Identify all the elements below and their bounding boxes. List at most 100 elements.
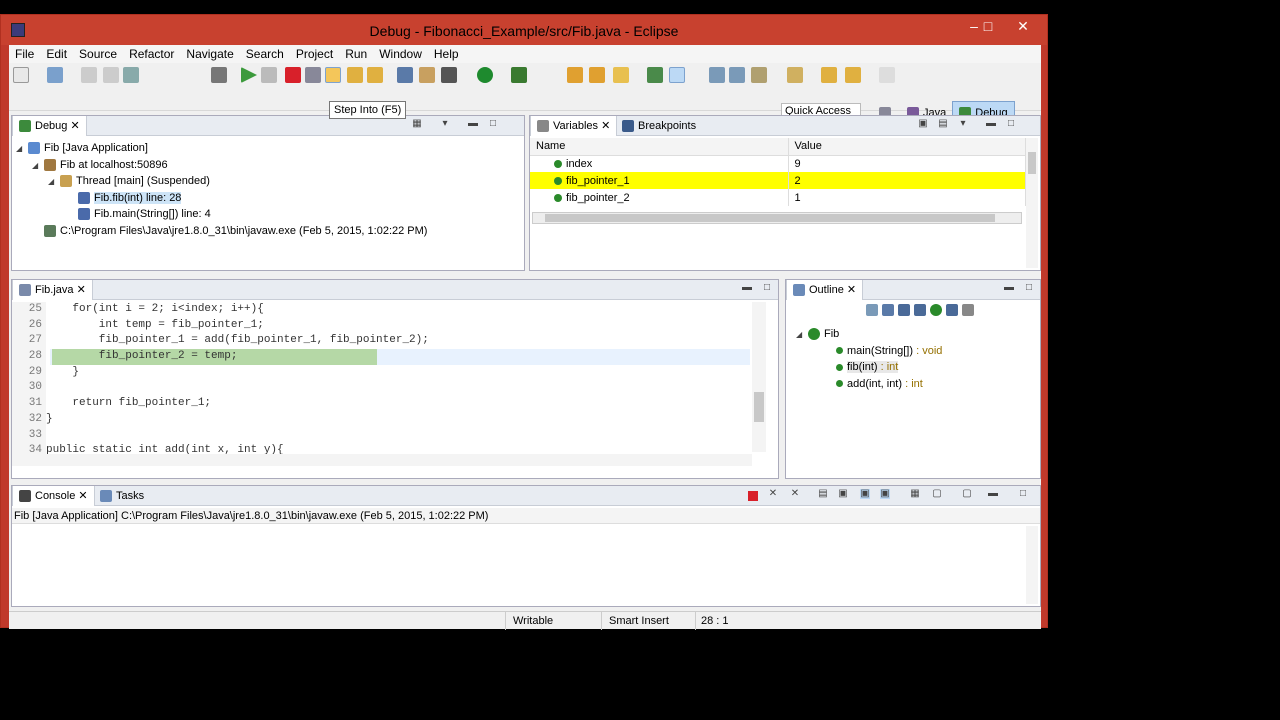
- debug-icon[interactable]: [441, 67, 457, 83]
- outline-maximize-icon[interactable]: □: [1024, 283, 1034, 293]
- drop-to-frame-icon[interactable]: [397, 67, 413, 83]
- save-all-icon[interactable]: [81, 67, 97, 83]
- display-console-icon[interactable]: ▢: [932, 489, 942, 499]
- remove-terminated-icon[interactable]: ▦: [412, 119, 422, 129]
- new-icon[interactable]: [13, 67, 29, 83]
- variable-row[interactable]: index 9: [530, 155, 1026, 172]
- menu-edit[interactable]: Edit: [40, 45, 73, 61]
- tree-item-launch[interactable]: ◢ Fib [Java Application]: [16, 140, 427, 157]
- tab-console[interactable]: Console ✕: [12, 486, 95, 506]
- collapse-all-icon[interactable]: [866, 304, 878, 317]
- outline-minimize-icon[interactable]: ▬: [1004, 283, 1014, 293]
- editor-hscrollbar[interactable]: [12, 454, 752, 466]
- tab-breakpoints[interactable]: Breakpoints: [616, 116, 702, 136]
- tree-item-thread[interactable]: ◢ Thread [main] (Suspended): [16, 173, 427, 190]
- menu-help[interactable]: Help: [428, 45, 465, 61]
- collapse-icon[interactable]: ◢: [48, 174, 60, 191]
- tab-debug[interactable]: Debug ✕: [12, 116, 87, 136]
- hscroll-thumb[interactable]: [545, 214, 995, 222]
- outline-method-item[interactable]: main(String[]) : void: [796, 343, 942, 360]
- code-editor[interactable]: 25 for(int i = 2; i<index; i++){ 26 int …: [12, 302, 750, 459]
- resume-icon[interactable]: [241, 67, 257, 83]
- maximize-button[interactable]: □: [975, 15, 1001, 37]
- debug-view-minimize-icon[interactable]: ▬: [468, 119, 478, 129]
- variables-vscrollbar[interactable]: [1026, 138, 1038, 268]
- tab-fib-java[interactable]: Fib.java ✕: [12, 280, 93, 300]
- hide-non-public-icon[interactable]: [930, 304, 942, 317]
- editor-vscrollbar[interactable]: [752, 302, 766, 452]
- variables-maximize-icon[interactable]: □: [1006, 119, 1016, 129]
- menu-source[interactable]: Source: [73, 45, 123, 61]
- variables-hscrollbar[interactable]: [532, 212, 1022, 224]
- new-package-icon[interactable]: [589, 67, 605, 83]
- terminate-console-icon[interactable]: [748, 491, 758, 501]
- hide-local-types-icon[interactable]: [946, 304, 958, 317]
- tree-item-vm[interactable]: ◢ Fib at localhost:50896: [16, 157, 427, 174]
- open-console-icon[interactable]: ▢: [962, 489, 972, 499]
- save-icon[interactable]: [47, 67, 63, 83]
- editor-maximize-icon[interactable]: □: [762, 283, 772, 293]
- outline-class-item[interactable]: ◢ Fib: [796, 326, 942, 343]
- menu-project[interactable]: Project: [290, 45, 339, 61]
- print-preview-icon[interactable]: [123, 67, 139, 83]
- editor-minimize-icon[interactable]: ▬: [742, 283, 752, 293]
- menu-file[interactable]: File: [9, 45, 40, 61]
- next-annotation-icon[interactable]: [751, 67, 767, 83]
- open-type-icon[interactable]: [647, 67, 663, 83]
- vscroll-thumb[interactable]: [1028, 152, 1036, 174]
- show-on-stdout-icon[interactable]: ▣: [860, 489, 870, 499]
- tree-item-frame-selected[interactable]: Fib.fib(int) line: 28: [16, 190, 427, 207]
- clear-console-icon[interactable]: ▤: [818, 489, 828, 499]
- menu-navigate[interactable]: Navigate: [180, 45, 239, 61]
- disconnect-icon[interactable]: [305, 67, 321, 83]
- step-over-icon[interactable]: [347, 67, 363, 83]
- pin-console-icon[interactable]: ▦: [910, 489, 920, 499]
- print-icon[interactable]: [103, 67, 119, 83]
- variable-row-highlighted[interactable]: fib_pointer_1 2: [530, 172, 1026, 189]
- collapse-icon[interactable]: ◢: [796, 327, 808, 344]
- show-whitespace-icon[interactable]: [729, 67, 745, 83]
- scroll-lock-icon[interactable]: ▣: [838, 489, 848, 499]
- new-class-icon[interactable]: [613, 67, 629, 83]
- sort-icon[interactable]: [882, 304, 894, 317]
- view-menu-icon[interactable]: ▾: [958, 119, 968, 129]
- view-menu-icon[interactable]: ▾: [440, 119, 450, 129]
- close-button[interactable]: ✕: [1001, 15, 1045, 37]
- console-minimize-icon[interactable]: ▬: [988, 489, 998, 499]
- title-bar[interactable]: Debug - Fibonacci_Example/src/Fib.java -…: [1, 15, 1047, 45]
- column-value[interactable]: Value: [788, 138, 1026, 156]
- use-step-filters-icon[interactable]: [419, 67, 435, 83]
- hide-fields-icon[interactable]: [898, 304, 910, 317]
- tree-item-process[interactable]: C:\Program Files\Java\jre1.8.0_31\bin\ja…: [16, 223, 427, 240]
- remove-launch-icon[interactable]: ✕: [768, 489, 778, 499]
- vscroll-thumb[interactable]: [754, 392, 764, 422]
- new-java-project-icon[interactable]: [567, 67, 583, 83]
- toggle-mark-occurrences-icon[interactable]: [669, 67, 685, 83]
- tab-outline[interactable]: Outline ✕: [786, 280, 864, 300]
- previous-annotation-icon[interactable]: [787, 67, 803, 83]
- tab-tasks[interactable]: Tasks: [94, 486, 150, 506]
- menu-run[interactable]: Run: [339, 45, 373, 61]
- show-type-names-icon[interactable]: ▣: [918, 119, 928, 129]
- link-with-editor-icon[interactable]: [962, 304, 974, 317]
- column-name[interactable]: Name: [530, 138, 789, 156]
- collapse-icon[interactable]: ◢: [32, 158, 44, 175]
- variables-minimize-icon[interactable]: ▬: [986, 119, 996, 129]
- hide-static-icon[interactable]: [914, 304, 926, 317]
- run-icon[interactable]: [477, 67, 493, 83]
- terminate-icon[interactable]: [285, 67, 301, 83]
- skip-breakpoints-icon[interactable]: [211, 67, 227, 83]
- step-return-icon[interactable]: [367, 67, 383, 83]
- menu-window[interactable]: Window: [373, 45, 428, 61]
- collapse-icon[interactable]: ◢: [16, 141, 28, 158]
- tab-variables[interactable]: Variables ✕: [530, 116, 618, 136]
- console-maximize-icon[interactable]: □: [1018, 489, 1028, 499]
- console-vscrollbar[interactable]: [1026, 526, 1038, 604]
- suspend-icon[interactable]: [261, 67, 277, 83]
- menu-search[interactable]: Search: [240, 45, 290, 61]
- outline-method-item[interactable]: add(int, int) : int: [796, 376, 942, 393]
- tree-item-frame[interactable]: Fib.main(String[]) line: 4: [16, 206, 427, 223]
- show-on-stderr-icon[interactable]: ▣: [880, 489, 890, 499]
- last-edit-location-icon[interactable]: [821, 67, 837, 83]
- toggle-block-selection-icon[interactable]: [709, 67, 725, 83]
